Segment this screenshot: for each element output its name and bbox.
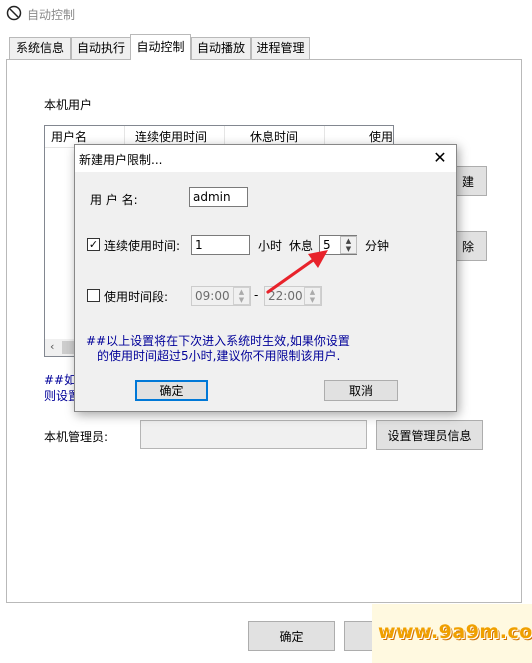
- scroll-left-icon[interactable]: ‹: [50, 340, 54, 353]
- tab-process-manager[interactable]: 进程管理: [251, 37, 310, 59]
- rest-minutes-spinner[interactable]: ▲ ▼: [340, 236, 357, 254]
- dialog-ok-button[interactable]: 确定: [135, 380, 208, 401]
- dialog-title: 新建用户限制...: [79, 153, 163, 167]
- spin-down-icon[interactable]: ▼: [234, 296, 249, 304]
- tab-auto-execute[interactable]: 自动执行: [71, 37, 131, 59]
- continuous-time-checkbox[interactable]: ✓: [87, 238, 100, 251]
- users-note-line1: ##如: [44, 373, 77, 387]
- dialog-cancel-button[interactable]: 取消: [324, 380, 398, 401]
- spin-up-icon[interactable]: ▲: [234, 288, 249, 296]
- continuous-time-input[interactable]: [191, 235, 250, 255]
- delete-user-label: 除: [461, 239, 474, 254]
- close-icon[interactable]: ✕: [430, 149, 450, 167]
- username-label: 用 户 名:: [90, 193, 138, 207]
- period-separator: -: [254, 288, 259, 302]
- local-users-label: 本机用户: [44, 98, 93, 112]
- continuous-time-label: 连续使用时间:: [104, 239, 181, 253]
- username-input[interactable]: [189, 187, 248, 207]
- create-user-label: 建: [461, 174, 474, 189]
- watermark-text: www.9a9m.com: [378, 621, 532, 643]
- window-title: 自动控制: [27, 8, 76, 22]
- tab-system-info[interactable]: 系统信息: [9, 37, 71, 59]
- tab-auto-control[interactable]: 自动控制: [130, 34, 191, 60]
- app-icon: [6, 5, 22, 21]
- red-arrow-annotation: [266, 250, 328, 294]
- spin-down-icon[interactable]: ▼: [341, 245, 356, 253]
- period-start-spinner[interactable]: ▲ ▼: [233, 287, 250, 305]
- spin-up-icon[interactable]: ▲: [341, 237, 356, 245]
- tab-auto-play[interactable]: 自动播放: [191, 37, 251, 59]
- period-checkbox[interactable]: [87, 289, 100, 302]
- minutes-unit-label: 分钟: [365, 239, 390, 253]
- period-label: 使用时间段:: [104, 290, 169, 304]
- admin-label: 本机管理员:: [44, 430, 109, 444]
- set-admin-button[interactable]: 设置管理员信息: [376, 420, 483, 450]
- admin-field[interactable]: [140, 420, 367, 449]
- window-titlebar: 自动控制: [0, 0, 532, 28]
- main-ok-button[interactable]: 确定: [248, 621, 335, 651]
- dialog-note-line2: 的使用时间超过5小时,建议你不用限制该用户.: [97, 349, 341, 363]
